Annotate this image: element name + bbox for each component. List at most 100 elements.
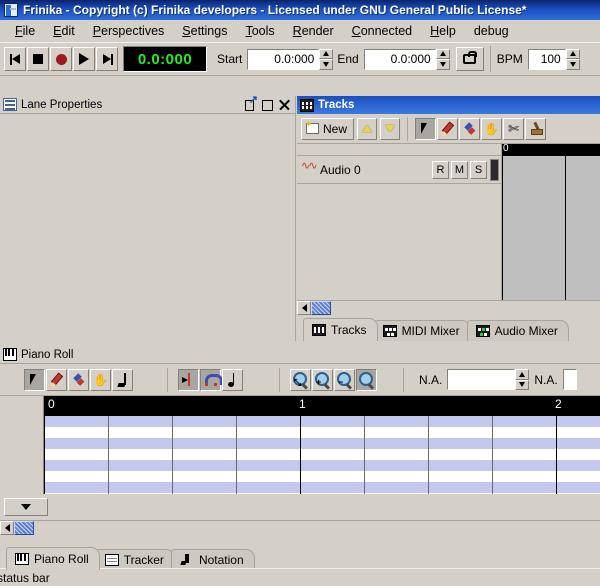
track-timeline-ruler[interactable]: 0: [502, 144, 600, 156]
start-spin-up[interactable]: [319, 49, 333, 60]
rewind-to-start-button[interactable]: [4, 47, 26, 71]
tracks-draw-tool[interactable]: [437, 118, 458, 140]
record-button[interactable]: [50, 47, 72, 71]
na-spin-down-1[interactable]: [515, 380, 529, 391]
zoom-fit-button[interactable]: ⤡: [290, 369, 311, 391]
tracks-horizontal-scrollbar[interactable]: [297, 300, 600, 315]
piano-roll-horizontal-scrollbar[interactable]: [0, 520, 600, 535]
na-input-2[interactable]: [563, 369, 577, 390]
end-spin-down[interactable]: [436, 59, 450, 70]
end-spinner[interactable]: 0.0:000: [364, 49, 450, 70]
track-solo-button[interactable]: S: [470, 161, 487, 179]
tab-audio-mixer[interactable]: Audio Mixer: [467, 320, 569, 341]
tab-notation[interactable]: Notation: [171, 549, 255, 570]
tracks-erase-tool[interactable]: [459, 118, 480, 140]
play-button[interactable]: [73, 47, 95, 71]
track-grid[interactable]: [502, 156, 600, 300]
na-spin-buttons-1[interactable]: [515, 369, 529, 390]
menu-connected[interactable]: Connected: [343, 22, 421, 40]
piano-roll-ruler[interactable]: 0 1 2: [44, 396, 600, 416]
track-record-button[interactable]: R: [432, 161, 449, 179]
end-input[interactable]: 0.0:000: [364, 49, 436, 70]
new-track-button[interactable]: New: [301, 118, 354, 140]
end-spin-up[interactable]: [436, 49, 450, 60]
start-spinner[interactable]: 0.0:000: [247, 49, 333, 70]
close-panel-button[interactable]: [279, 99, 290, 110]
tracks-pan-tool[interactable]: ✋: [481, 118, 502, 140]
table-row[interactable]: Audio 0 R M S: [297, 156, 501, 184]
piano-roll-dropdown-button[interactable]: [4, 498, 48, 516]
menu-tools[interactable]: Tools: [236, 22, 283, 40]
pr-pan-tool[interactable]: ✋: [90, 369, 111, 391]
menu-file[interactable]: File: [6, 22, 44, 40]
film-strip-icon: [300, 99, 314, 112]
tab-tracks[interactable]: Tracks: [303, 318, 378, 341]
start-spin-down[interactable]: [319, 59, 333, 70]
snap-icon: [182, 373, 196, 386]
tracks-select-tool[interactable]: [415, 118, 436, 140]
pr-quantize-tool[interactable]: [222, 369, 243, 391]
bpm-spinner[interactable]: 100: [528, 49, 580, 70]
scroll-left-button[interactable]: [297, 301, 311, 315]
na-spinner-2[interactable]: [563, 369, 577, 390]
start-input[interactable]: 0.0:000: [247, 49, 319, 70]
menu-render[interactable]: Render: [284, 22, 343, 40]
maximize-panel-button[interactable]: [262, 99, 273, 110]
pr-erase-tool[interactable]: [68, 369, 89, 391]
pr-barline-2: [556, 416, 557, 494]
end-spin-buttons[interactable]: [436, 49, 450, 70]
tab-tracker[interactable]: Tracker: [96, 549, 175, 570]
bpm-spin-down[interactable]: [566, 59, 580, 70]
pr-scroll-left-button[interactable]: [0, 521, 14, 535]
midi-mixer-icon: [383, 325, 397, 337]
bpm-spin-up[interactable]: [566, 49, 580, 60]
piano-roll-toolbar-divider-3: [403, 368, 404, 392]
na-spin-up-1[interactable]: [515, 369, 529, 380]
tab-piano-roll[interactable]: Piano Roll: [6, 547, 100, 570]
pr-scrollbar-track[interactable]: [34, 521, 600, 535]
menu-help[interactable]: Help: [421, 22, 465, 40]
pr-select-tool[interactable]: [24, 369, 45, 391]
pr-note-tool[interactable]: [112, 369, 133, 391]
move-track-down-button[interactable]: [380, 118, 400, 140]
na-input-1[interactable]: [447, 369, 515, 390]
na-spinner-1[interactable]: [447, 369, 529, 390]
stop-button[interactable]: [27, 47, 49, 71]
piano-roll-grid[interactable]: [44, 416, 600, 494]
piano-roll-toolbar-divider-2: [279, 368, 280, 392]
track-editor-canvas[interactable]: 0: [502, 144, 600, 300]
pr-magnet-snap-tool[interactable]: [200, 369, 221, 391]
menu-debug[interactable]: debug: [465, 22, 518, 40]
bpm-label: BPM: [497, 52, 523, 66]
scrollbar-thumb[interactable]: [311, 301, 331, 315]
zoom-out-button[interactable]: −: [334, 369, 355, 391]
pr-scrollbar-thumb[interactable]: [14, 521, 34, 535]
film-strip-icon: [312, 324, 326, 336]
tracks-cut-tool[interactable]: ✄: [503, 118, 524, 140]
zoom-select-button[interactable]: [356, 369, 377, 391]
loop-toggle-button[interactable]: [456, 47, 484, 71]
start-spin-buttons[interactable]: [319, 49, 333, 70]
track-mute-button[interactable]: M: [451, 161, 468, 179]
new-track-icon: [306, 123, 319, 134]
pr-snap-to-line-tool[interactable]: [178, 369, 199, 391]
float-panel-button[interactable]: [245, 99, 256, 110]
menu-edit[interactable]: Edit: [44, 22, 84, 40]
tab-midi-mixer[interactable]: MIDI Mixer: [374, 320, 471, 341]
bpm-spin-buttons[interactable]: [566, 49, 580, 70]
bpm-input[interactable]: 100: [528, 49, 566, 70]
piano-roll-keyboard[interactable]: [0, 396, 44, 494]
scrollbar-track[interactable]: [331, 301, 600, 315]
zoom-in-sign: +: [316, 378, 321, 387]
menu-perspectives[interactable]: Perspectives: [84, 22, 174, 40]
zoom-in-button[interactable]: +: [312, 369, 333, 391]
forward-to-end-button[interactable]: [96, 47, 118, 71]
menu-settings[interactable]: Settings: [173, 22, 236, 40]
piano-roll-toolbar-divider-1: [167, 368, 168, 392]
move-track-up-button[interactable]: [357, 118, 377, 140]
piano-roll-editor[interactable]: 0 1 2: [44, 396, 600, 494]
transport-toolbar: 0.0:000 Start 0.0:000 End 0.0:000 BPM 10…: [0, 42, 600, 76]
tracks-stamp-tool[interactable]: [525, 118, 546, 140]
lane-properties-header: Lane Properties: [0, 96, 295, 114]
pr-draw-tool[interactable]: [46, 369, 67, 391]
